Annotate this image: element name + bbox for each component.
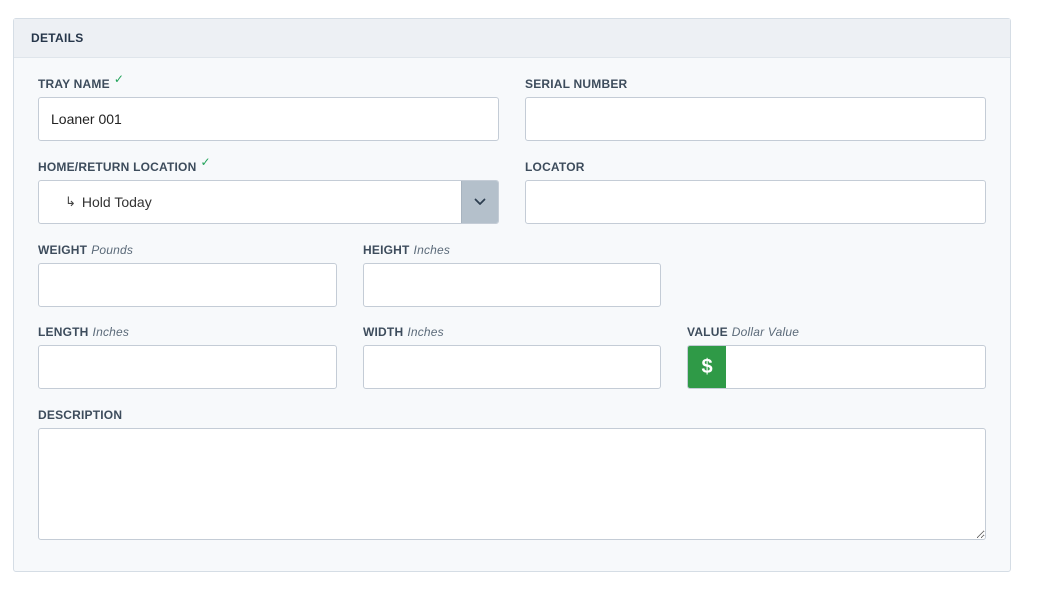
chevron-down-icon (474, 198, 486, 205)
dollar-icon: $ (688, 346, 726, 388)
select-toggle-button[interactable] (461, 181, 498, 223)
check-icon: ✓ (113, 72, 125, 86)
locator-field: LOCATOR (525, 160, 986, 226)
length-field: LENGTH Inches (38, 325, 337, 391)
locator-input[interactable] (525, 180, 986, 224)
details-panel: DETAILS TRAY NAME ✓ SERIAL NUMBER HOME/R… (13, 18, 1011, 572)
value-input[interactable] (726, 346, 985, 388)
value-label: VALUE Dollar Value (687, 325, 800, 339)
tray-name-label: TRAY NAME ✓ (38, 72, 125, 91)
width-input[interactable] (363, 345, 661, 389)
weight-field: WEIGHT Pounds (38, 243, 337, 309)
width-field: WIDTH Inches (363, 325, 661, 391)
tray-name-field: TRAY NAME ✓ (38, 72, 499, 143)
height-input[interactable] (363, 263, 661, 307)
length-label: LENGTH Inches (38, 325, 130, 339)
value-input-group: $ (687, 345, 986, 389)
description-textarea[interactable] (38, 428, 986, 540)
description-field: DESCRIPTION (38, 408, 986, 542)
tray-name-input[interactable] (38, 97, 499, 141)
serial-number-field: SERIAL NUMBER (525, 77, 986, 143)
description-label: DESCRIPTION (38, 408, 123, 422)
locator-label: LOCATOR (525, 160, 585, 174)
check-icon: ✓ (200, 155, 211, 169)
height-label: HEIGHT Inches (363, 243, 451, 257)
value-field: VALUE Dollar Value $ (687, 325, 986, 391)
length-input[interactable] (38, 345, 337, 389)
width-label: WIDTH Inches (363, 325, 444, 339)
serial-number-label: SERIAL NUMBER (525, 77, 628, 91)
home-location-label: HOME/RETURN LOCATION ✓ (38, 155, 211, 174)
home-location-value: Hold Today (81, 194, 152, 210)
height-field: HEIGHT Inches (363, 243, 661, 309)
return-arrow-icon: ↳ (65, 194, 76, 209)
home-location-select[interactable]: ↳ Hold Today (38, 180, 499, 224)
home-location-selected: ↳ Hold Today (39, 194, 461, 210)
home-location-field: HOME/RETURN LOCATION ✓ ↳ Hold Today (38, 155, 499, 226)
serial-number-input[interactable] (525, 97, 986, 141)
weight-input[interactable] (38, 263, 337, 307)
panel-title: DETAILS (14, 19, 1010, 58)
weight-label: WEIGHT Pounds (38, 243, 134, 257)
